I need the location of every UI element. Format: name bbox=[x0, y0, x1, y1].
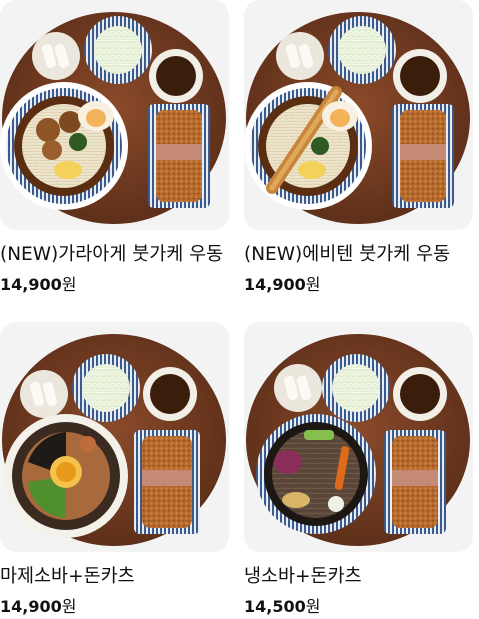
mazesoba-tonkatsu-set-photo[interactable] bbox=[0, 322, 229, 552]
product-price: 14,900원 bbox=[0, 274, 76, 296]
karaage-udon-set-photo[interactable] bbox=[0, 0, 229, 230]
product-name[interactable]: 냉소바+돈카츠 bbox=[244, 565, 473, 589]
currency-unit: 원 bbox=[61, 597, 77, 616]
product-name[interactable]: 마제소바+돈카츠 bbox=[0, 565, 229, 589]
product-price: 14,900원 bbox=[244, 274, 320, 296]
product-grid: (NEW)가라아게 붓가케 우동 14,900원 (NEW)에비텐 붓가케 우동… bbox=[0, 0, 479, 619]
ebiten-udon-set-photo[interactable] bbox=[244, 0, 473, 230]
product-price: 14,900원 bbox=[0, 596, 76, 618]
product-price: 14,500원 bbox=[244, 596, 320, 618]
cold-soba-tonkatsu-set-photo[interactable] bbox=[244, 322, 473, 552]
currency-unit: 원 bbox=[305, 275, 321, 294]
price-value: 14,500 bbox=[244, 597, 306, 616]
price-value: 14,900 bbox=[0, 597, 62, 616]
product-name[interactable]: (NEW)에비텐 붓가케 우동 bbox=[244, 243, 473, 267]
currency-unit: 원 bbox=[61, 275, 77, 294]
price-value: 14,900 bbox=[0, 275, 62, 294]
product-name[interactable]: (NEW)가라아게 붓가케 우동 bbox=[0, 243, 229, 267]
currency-unit: 원 bbox=[305, 597, 321, 616]
price-value: 14,900 bbox=[244, 275, 306, 294]
